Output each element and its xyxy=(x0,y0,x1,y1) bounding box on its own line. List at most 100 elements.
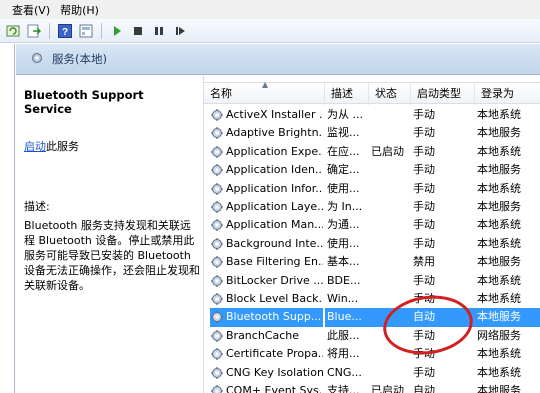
service-gear-icon xyxy=(210,218,224,232)
column-logon-as[interactable]: 登录为 xyxy=(475,83,540,105)
service-row[interactable]: Base Filtering En... 基本... 禁用 本地服务 xyxy=(204,253,540,271)
service-name-text: Application Man... xyxy=(226,218,323,232)
service-description-cell: 使用... xyxy=(327,181,360,195)
refresh-icon[interactable] xyxy=(4,22,22,40)
service-description-cell: CNG... xyxy=(327,365,362,379)
service-gear-icon xyxy=(210,182,224,196)
service-startup-type-cell: 自动 xyxy=(411,308,475,327)
column-status[interactable]: 状态 xyxy=(369,83,411,105)
service-row[interactable]: Application Expe... 在应... 已启动 手动 本地系统 xyxy=(204,143,540,161)
service-logon-cell: 网络服务 xyxy=(477,328,521,342)
service-row[interactable]: CNG Key Isolation CNG... 手动 本地系统 xyxy=(204,364,540,382)
export-icon[interactable] xyxy=(25,22,43,40)
service-status-cell: 已启动 xyxy=(371,384,404,393)
service-logon-cell: 本地服务 xyxy=(477,384,521,393)
service-row[interactable]: COM+ Event Sys... 支持... 已启动 自动 本地服务 xyxy=(204,382,540,393)
menu-view[interactable]: 查看(V) xyxy=(12,2,50,18)
service-row[interactable]: Application Man... 为通... 手动 本地系统 xyxy=(204,216,540,234)
service-name-text: Adaptive Brightn... xyxy=(226,126,323,140)
service-name-cell: COM+ Event Sys... xyxy=(210,382,323,393)
play-icon[interactable] xyxy=(108,22,126,40)
menu-help[interactable]: 帮助(H) xyxy=(60,2,99,18)
toolbar-separator xyxy=(49,22,50,39)
service-description-cell: 将用... xyxy=(327,347,360,361)
service-startup-type-cell: 手动 xyxy=(413,163,435,177)
service-row[interactable]: Adaptive Brightn... 监视... 手动 本地服务 xyxy=(204,124,540,142)
service-description-cell: BDE... xyxy=(327,273,361,287)
service-status-cell xyxy=(369,180,411,198)
service-startup-type-cell: 手动 xyxy=(413,292,435,305)
service-name-cell: Application Laye... xyxy=(210,198,323,216)
start-service-suffix: 此服务 xyxy=(46,140,79,153)
service-status-cell xyxy=(369,364,411,382)
service-logon-cell: 本地服务 xyxy=(475,308,540,327)
restart-icon[interactable] xyxy=(171,22,189,40)
service-name-cell: CNG Key Isolation xyxy=(210,364,323,382)
service-name-cell: Certificate Propa... xyxy=(210,345,323,363)
service-gear-icon xyxy=(210,255,224,269)
service-row[interactable]: Background Inte... 使用... 手动 本地系统 xyxy=(204,235,540,253)
stop-icon[interactable] xyxy=(129,22,147,40)
service-gear-icon xyxy=(210,366,224,380)
service-startup-type-cell: 手动 xyxy=(413,108,435,121)
column-name[interactable]: ▲ 名称 xyxy=(204,80,325,105)
service-row[interactable]: Application Infor... 使用... 手动 本地系统 xyxy=(204,180,540,198)
service-logon-cell: 本地系统 xyxy=(477,347,521,361)
services-list[interactable]: ▲ 名称 描述 状态 启动类型 登录为 ActiveX Installer ..… xyxy=(203,76,540,393)
service-gear-icon xyxy=(210,163,224,177)
service-startup-type-cell: 手动 xyxy=(413,200,435,213)
service-name-cell: Application Infor... xyxy=(210,180,323,198)
start-service-link[interactable]: 启动 xyxy=(24,140,46,153)
service-name-text: COM+ Event Sys... xyxy=(226,384,323,393)
service-logon-cell: 本地服务 xyxy=(477,126,521,140)
service-gear-icon xyxy=(210,126,224,140)
service-description-cell: 确定... xyxy=(327,163,360,177)
service-row[interactable]: Bluetooth Supp... Blue... 自动 本地服务 xyxy=(204,308,540,327)
service-name-cell: ActiveX Installer ... xyxy=(210,106,323,124)
service-startup-type-cell: 自动 xyxy=(413,384,435,393)
column-description[interactable]: 描述 xyxy=(325,83,369,105)
service-logon-cell: 本地系统 xyxy=(477,181,521,195)
service-row[interactable]: BitLocker Drive ... BDE... 手动 本地系统 xyxy=(204,272,540,290)
service-row[interactable]: Application Iden... 确定... 手动 本地服务 xyxy=(204,161,540,179)
banner-title: 服务(本地) xyxy=(52,52,107,66)
help-icon[interactable]: ? xyxy=(56,22,74,40)
service-startup-type-cell: 手动 xyxy=(413,144,435,158)
service-gear-icon xyxy=(210,329,224,343)
service-row[interactable]: Application Laye... 为 In... 手动 本地服务 xyxy=(204,198,540,216)
service-gear-icon xyxy=(210,310,224,324)
service-status-cell xyxy=(369,198,411,216)
service-name-text: Application Laye... xyxy=(226,200,323,213)
service-startup-type-cell: 手动 xyxy=(413,236,435,250)
service-row[interactable]: Block Level Back... Win... 手动 本地系统 xyxy=(204,290,540,308)
service-status-cell: 已启动 xyxy=(371,144,404,158)
service-row[interactable]: BranchCache 此服... 手动 网络服务 xyxy=(204,327,540,345)
service-name-cell: Background Inte... xyxy=(210,235,323,253)
description-label: 描述: xyxy=(24,200,50,213)
sort-ascending-icon: ▲ xyxy=(262,80,269,89)
service-status-cell xyxy=(369,290,411,308)
service-logon-cell: 本地服务 xyxy=(477,163,521,177)
services-banner: 服务(本地) xyxy=(16,44,540,75)
service-row[interactable]: ActiveX Installer ... 为从 ... 手动 本地系统 xyxy=(204,106,540,124)
service-gear-icon xyxy=(210,237,224,251)
service-name-text: Block Level Back... xyxy=(226,292,323,305)
pause-icon[interactable] xyxy=(150,22,168,40)
service-status-cell xyxy=(369,235,411,253)
service-gear-icon xyxy=(210,274,224,288)
service-name-text: Application Infor... xyxy=(226,181,323,195)
service-logon-cell: 本地服务 xyxy=(477,255,521,269)
service-name-text: ActiveX Installer ... xyxy=(226,108,323,121)
service-name-cell: BitLocker Drive ... xyxy=(210,272,323,290)
service-row[interactable]: Certificate Propa... 将用... 手动 本地系统 xyxy=(204,345,540,363)
service-status-cell xyxy=(369,253,411,271)
service-name-text: Certificate Propa... xyxy=(226,347,323,361)
column-startup-type[interactable]: 启动类型 xyxy=(411,83,475,105)
properties-icon[interactable] xyxy=(77,22,95,40)
service-status-cell xyxy=(369,345,411,363)
service-status-cell xyxy=(369,216,411,234)
service-title: Bluetooth Support Service xyxy=(24,88,144,116)
toolbar: ? xyxy=(0,19,540,43)
description-text: Bluetooth 服务支持发现和关联远程 Bluetooth 设备。停止或禁用… xyxy=(24,219,200,292)
service-name-text: Application Expe... xyxy=(226,144,323,158)
